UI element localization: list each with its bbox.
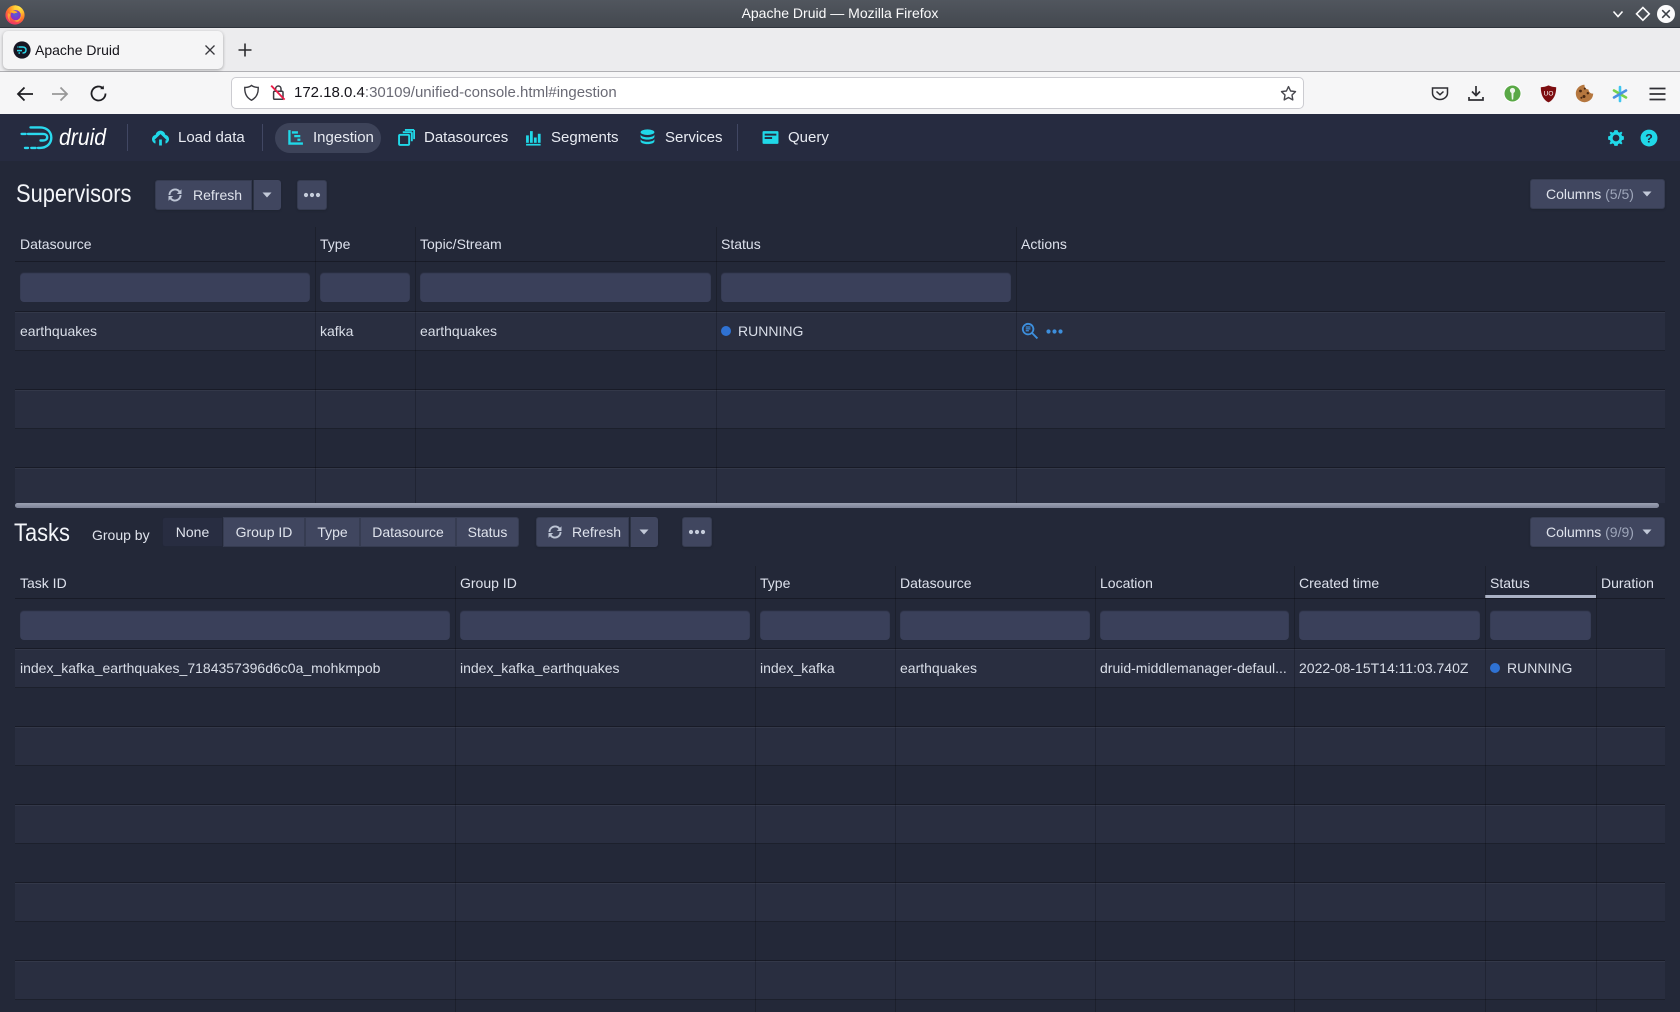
svg-text:?: ? <box>1645 131 1653 145</box>
svg-text:UO: UO <box>1544 91 1554 98</box>
